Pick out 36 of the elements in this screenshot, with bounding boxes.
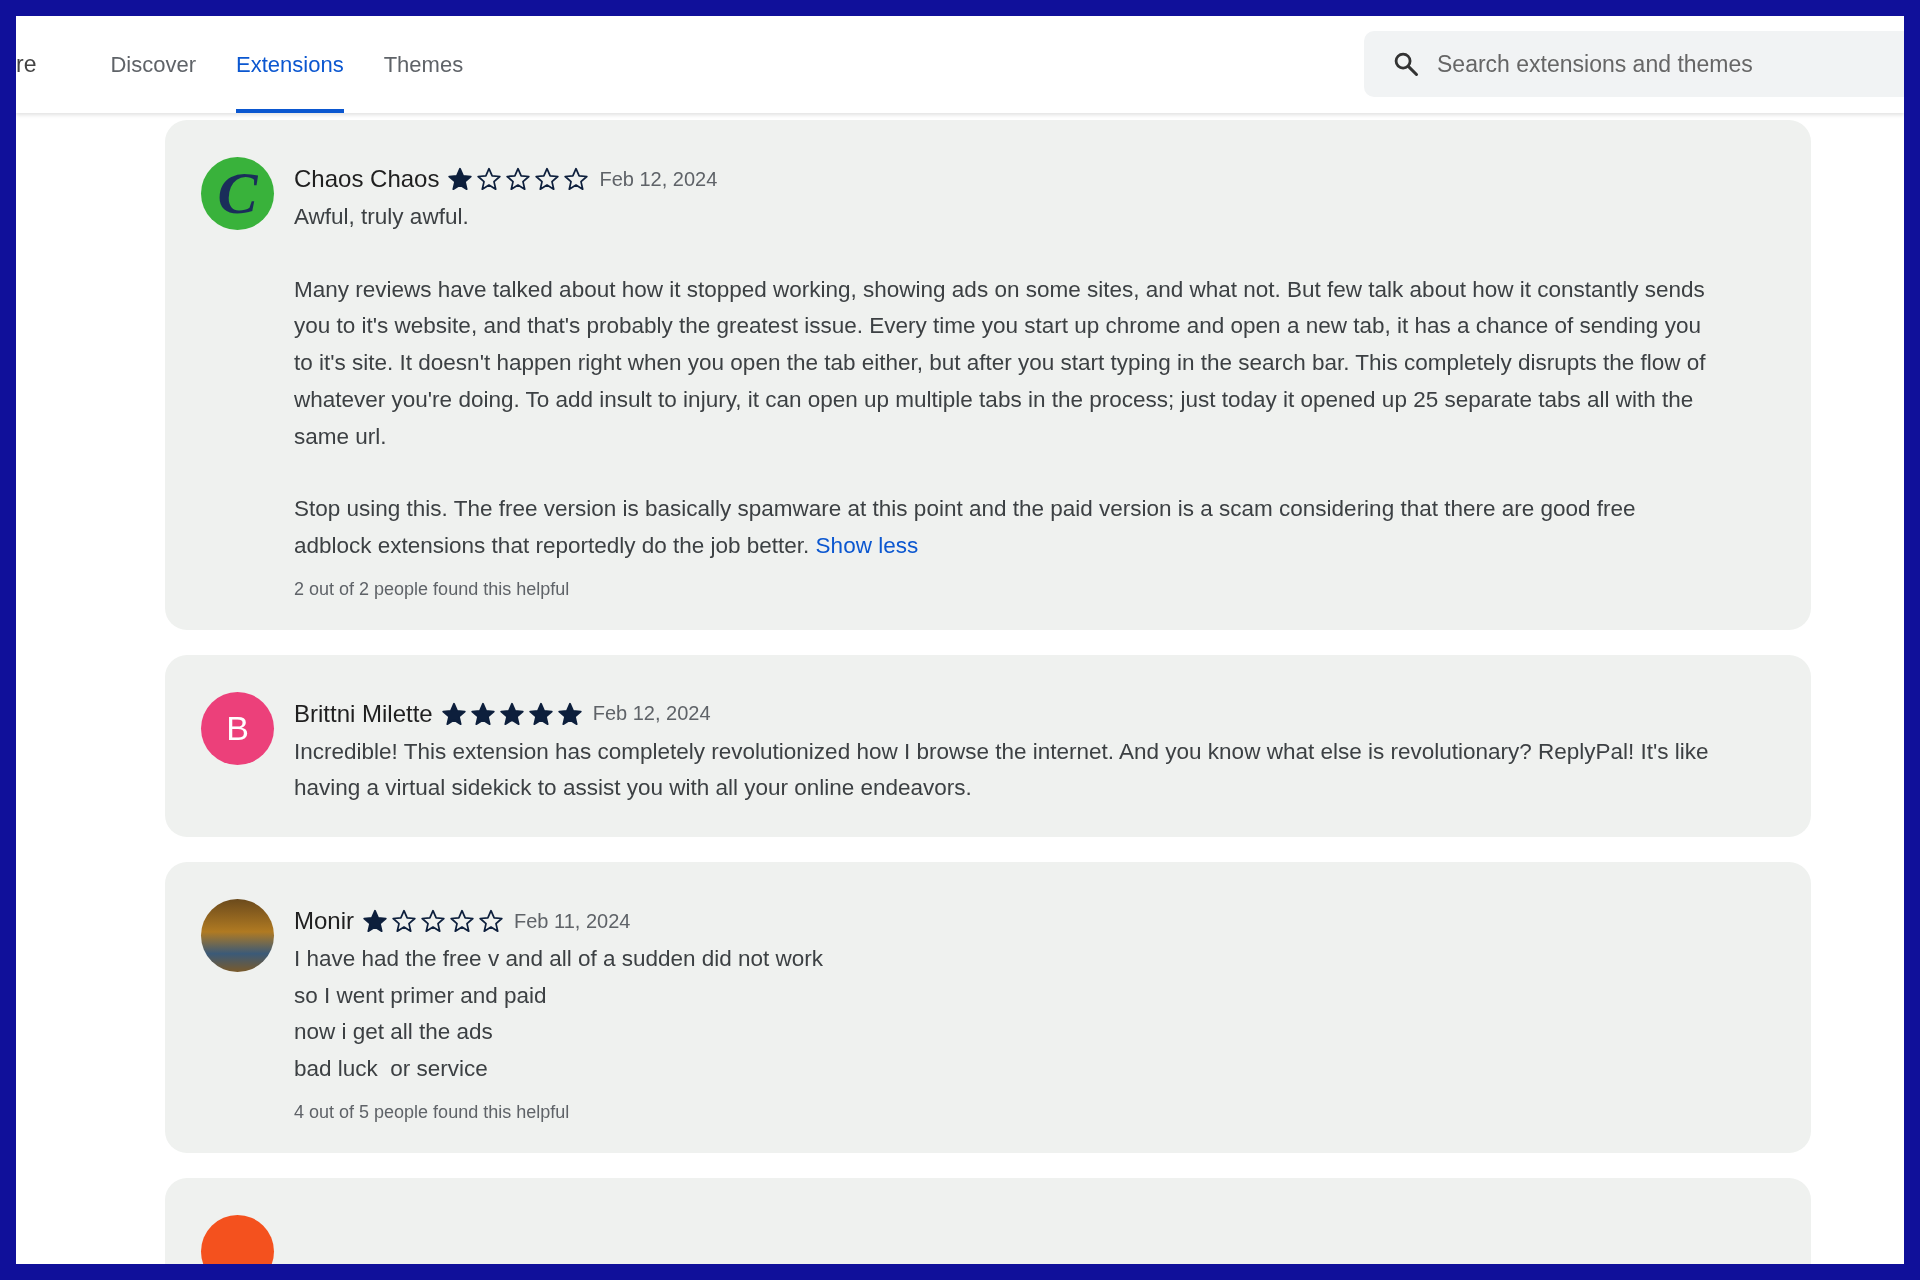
star-icon	[534, 166, 561, 192]
nav-tab[interactable]: Discover	[110, 16, 197, 113]
star-icon	[420, 908, 446, 935]
star-icon	[391, 908, 417, 935]
show-less-link[interactable]: Show less	[815, 532, 919, 558]
review-text: Awful, truly awful.	[294, 203, 470, 231]
star-icon	[449, 908, 475, 935]
star-icon	[498, 700, 525, 727]
review-date: Feb 12, 2024	[592, 702, 711, 726]
review-text: Many reviews have talked about how it stopped working, showing ads on some sites, and what not. But few talk about how it constantly sends you to it's website, and that's probably the greatest issue. Every time you start up chrome and open a new tab, it has a chance of sending you to it's site. It doesn't happen right when you open the tab either, but after you start typing in the search bar. This completely disrupts the flow of whatever you're doing. To add insult to injury, it can open up multiple tabs in the process; just today it opened up 25 separate tabs all with the same url.	[294, 275, 1707, 451]
reviewer-name: Monir	[294, 907, 354, 936]
avatar: B	[201, 691, 274, 765]
star-icon	[505, 166, 532, 192]
star-icon	[447, 166, 474, 192]
star-icon	[478, 908, 504, 935]
search-field[interactable]: Search extensions and themes	[1364, 31, 1904, 97]
star-icon	[440, 700, 467, 727]
reviewer-name: Brittni Milette	[294, 699, 433, 728]
star-icon	[556, 700, 583, 727]
star-icon	[563, 166, 590, 192]
nav-tab[interactable]: Themes	[383, 16, 464, 113]
helpful-count: 4 out of 5 people found this helpful	[294, 1101, 571, 1123]
helpful-count: 2 out of 2 people found this helpful	[294, 578, 571, 600]
star-icon	[527, 700, 554, 727]
review-date: Feb 11, 2024	[514, 909, 631, 933]
star-icon	[362, 908, 388, 935]
review-text: Incredible! This extension has completely revolutionized how I browse the internet. And you know what else is revolutionary? ReplyPal! It's like having a virtual sidekick to assist you with all your online endeavors.	[294, 737, 1710, 803]
nav-tab[interactable]: Extensions	[236, 16, 344, 113]
store-title: re	[16, 51, 37, 78]
star-icon	[476, 166, 503, 192]
avatar: C	[201, 157, 274, 230]
review-date: Feb 12, 2024	[599, 167, 718, 191]
star-icon	[469, 700, 496, 727]
reviewer-name: Chaos Chaos	[294, 165, 440, 193]
review-text: Stop using this. The free version is basically spamware at this point and the paid version is a scam considering that there are good free adblock extensions that reportedly do the job better. Show less	[294, 495, 1637, 560]
review-text: I have had the free v and all of a sudden did not work so I went primer and paid now i get all the ads bad luck or service	[294, 945, 825, 1084]
